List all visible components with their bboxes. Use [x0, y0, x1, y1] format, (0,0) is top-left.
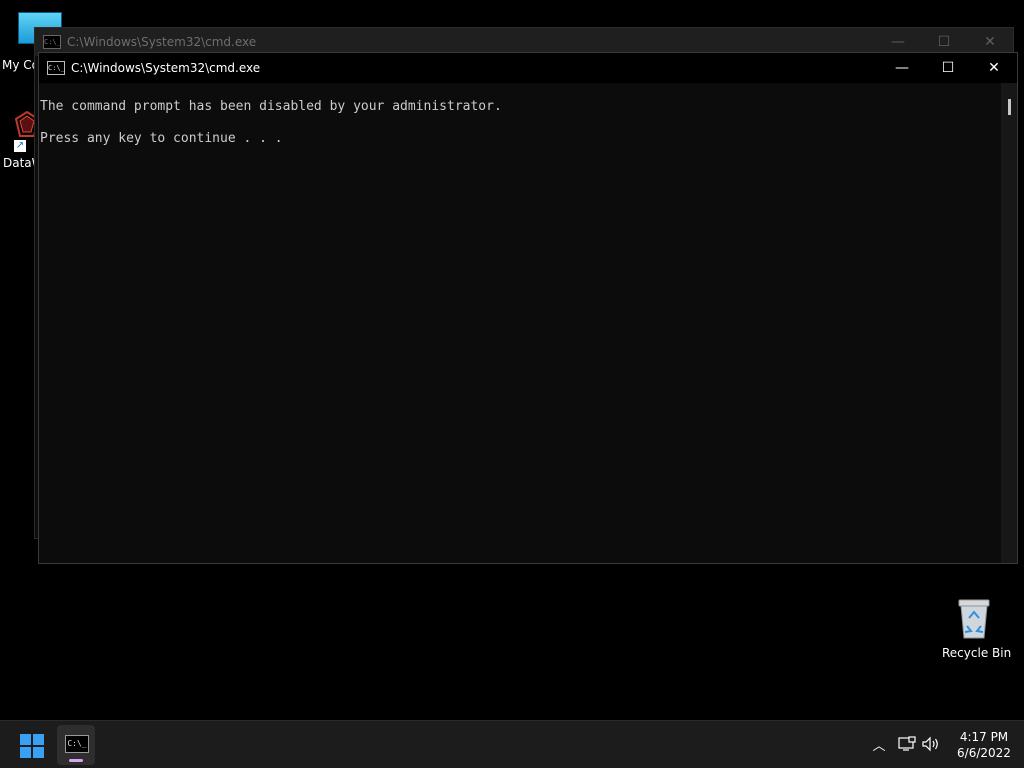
chevron-up-icon[interactable]: ︿ [870, 721, 888, 767]
close-button[interactable]: ✕ [971, 53, 1017, 83]
minimize-button[interactable]: — [879, 53, 925, 83]
cmd-icon: C:\_ [47, 61, 65, 75]
scrollbar-thumb[interactable] [1008, 99, 1011, 115]
taskbar: C:\_ ︿ 4:17 PM 6/6/2022 [0, 720, 1024, 768]
running-indicator [69, 759, 83, 762]
desktop-icon-label: Recycle Bin [942, 646, 1012, 660]
window-controls: — ☐ ✕ [879, 53, 1017, 83]
shortcut-arrow-icon: ↗ [14, 140, 26, 152]
console-line: The command prompt has been disabled by … [40, 99, 502, 114]
taskbar-cmd-button[interactable]: C:\_ [57, 725, 95, 765]
cmd-window-active[interactable]: C:\_ C:\Windows\System32\cmd.exe — ☐ ✕ T… [38, 52, 1018, 564]
maximize-button[interactable]: ☐ [925, 53, 971, 83]
cmd-icon: C:\_ [65, 735, 89, 753]
windows-start-icon[interactable] [20, 734, 44, 758]
console-line: Press any key to continue . . . [40, 131, 283, 146]
network-icon[interactable] [898, 721, 916, 767]
clock-time: 4:17 PM [959, 730, 1009, 744]
window-title: C:\Windows\System32\cmd.exe [71, 61, 261, 75]
cmd-icon: C:\_ [43, 35, 61, 49]
recycle-bin-icon [958, 599, 990, 639]
taskbar-clock[interactable]: 4:17 PM 6/6/2022 [948, 729, 1020, 761]
vertical-scrollbar[interactable] [1001, 83, 1017, 563]
window-titlebar[interactable]: C:\_ C:\Windows\System32\cmd.exe — ☐ ✕ [39, 53, 1017, 83]
console-output[interactable]: The command prompt has been disabled by … [39, 83, 1001, 563]
window-title: C:\Windows\System32\cmd.exe [67, 35, 257, 49]
clock-date: 6/6/2022 [957, 746, 1011, 760]
volume-icon[interactable] [921, 721, 941, 767]
